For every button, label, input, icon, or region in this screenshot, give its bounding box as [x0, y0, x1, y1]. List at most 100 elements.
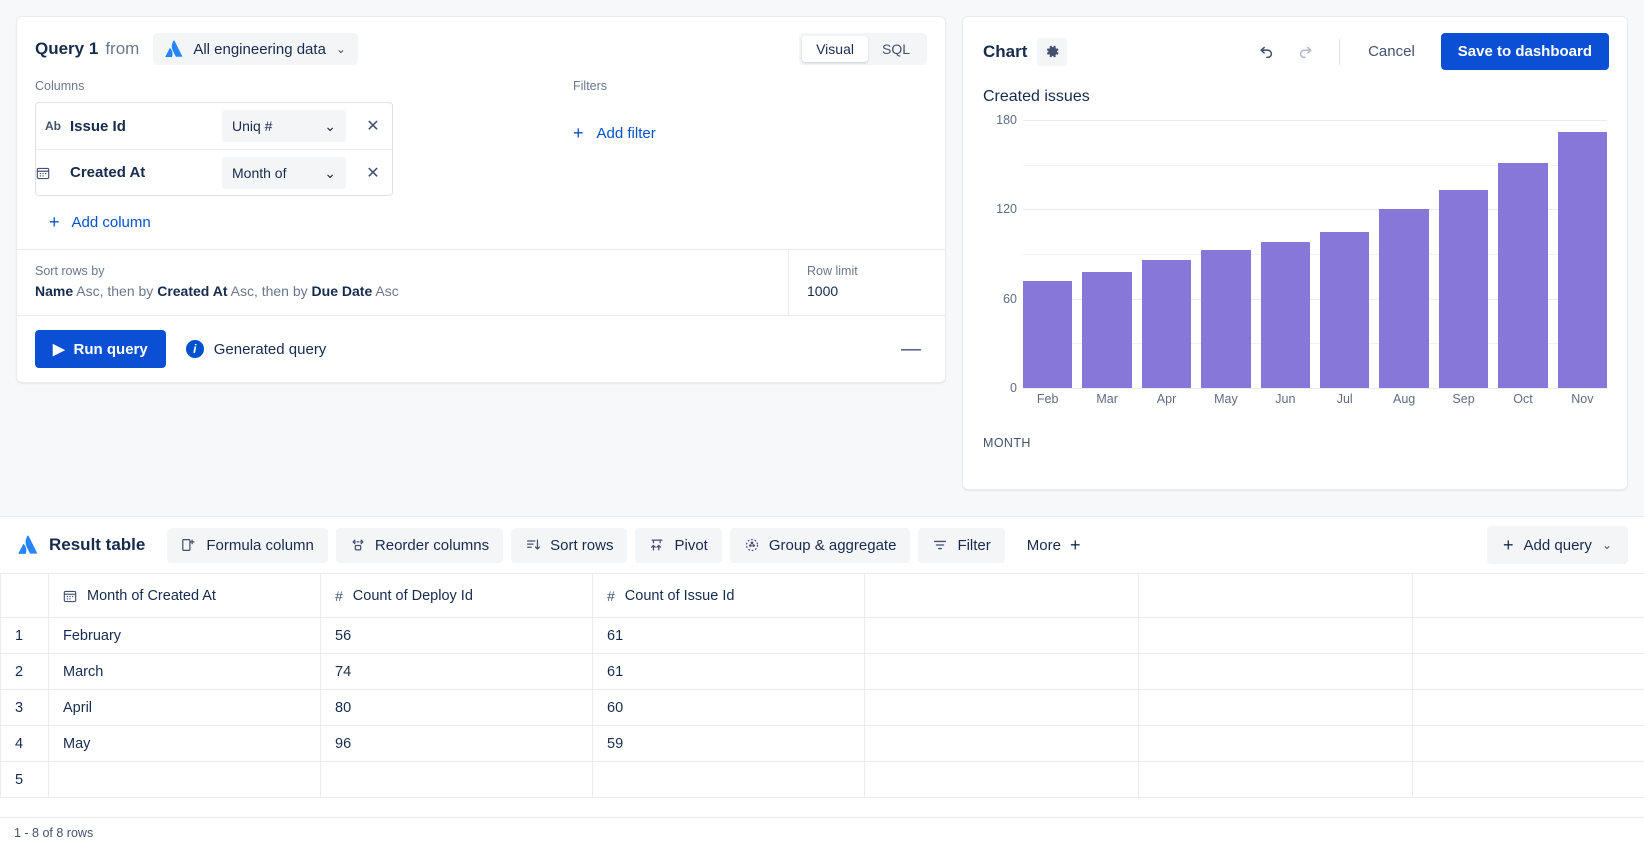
- undo-icon[interactable]: [1249, 37, 1283, 67]
- chart-bar[interactable]: [1558, 132, 1607, 388]
- aggregation-select[interactable]: Uniq # ⌄: [222, 110, 346, 142]
- table-cell[interactable]: [865, 618, 1139, 654]
- table-row[interactable]: 3April8060: [1, 690, 1644, 726]
- column-header-label: Count of Deploy Id: [353, 588, 473, 604]
- sort-field-1: Name: [35, 283, 73, 299]
- chart-bar-slot[interactable]: [1379, 120, 1428, 388]
- table-row[interactable]: 2March7461: [1, 654, 1644, 690]
- table-row[interactable]: 5: [1, 762, 1644, 798]
- table-cell[interactable]: [49, 762, 321, 798]
- table-cell[interactable]: April: [49, 690, 321, 726]
- tab-sql[interactable]: SQL: [868, 36, 924, 62]
- column-header-count-of-deploy-id[interactable]: # Count of Deploy Id: [321, 574, 593, 618]
- table-cell[interactable]: [1413, 654, 1644, 690]
- table-cell[interactable]: [865, 654, 1139, 690]
- cancel-button[interactable]: Cancel: [1356, 35, 1427, 68]
- table-cell[interactable]: 59: [593, 726, 865, 762]
- add-query-button[interactable]: + Add query ⌄: [1487, 526, 1628, 564]
- column-row[interactable]: Ab Issue Id Uniq # ⌄ ✕ Jira Issue: [36, 103, 392, 149]
- table-cell[interactable]: 80: [321, 690, 593, 726]
- add-column-button[interactable]: + Add column: [35, 196, 535, 249]
- table-row[interactable]: 1February5661: [1, 618, 1644, 654]
- more-button[interactable]: More +: [1013, 527, 1095, 563]
- column-row[interactable]: Created At Month of ⌄ ✕ Jira Issue: [36, 149, 392, 195]
- sort-rows-button[interactable]: Sort rows: [511, 528, 627, 563]
- reorder-columns-button[interactable]: Reorder columns: [336, 528, 503, 563]
- table-cell[interactable]: 56: [321, 618, 593, 654]
- gear-icon[interactable]: [1037, 38, 1067, 66]
- chart-bar-slot[interactable]: [1320, 120, 1369, 388]
- chart-bar-slot[interactable]: [1142, 120, 1191, 388]
- table-cell[interactable]: 96: [321, 726, 593, 762]
- table-cell[interactable]: March: [49, 654, 321, 690]
- chevron-down-icon: ⌄: [1602, 539, 1612, 551]
- collapse-panel-button[interactable]: —: [901, 338, 927, 361]
- table-cell[interactable]: 61: [593, 618, 865, 654]
- chart-bar[interactable]: [1439, 190, 1488, 388]
- save-to-dashboard-button[interactable]: Save to dashboard: [1441, 33, 1609, 70]
- column-header-month-of-created-at[interactable]: Month of Created At: [49, 574, 321, 618]
- calendar-icon: [63, 589, 77, 603]
- chart-bar[interactable]: [1201, 250, 1250, 388]
- chart-bar[interactable]: [1379, 209, 1428, 388]
- column-header-count-of-issue-id[interactable]: # Count of Issue Id: [593, 574, 865, 618]
- table-cell[interactable]: [1139, 690, 1413, 726]
- query-panel-header: Query 1 from All engineering data ⌄ Visu…: [17, 17, 945, 75]
- table-cell[interactable]: May: [49, 726, 321, 762]
- chart-bar[interactable]: [1142, 260, 1191, 388]
- table-cell[interactable]: [865, 690, 1139, 726]
- redo-icon[interactable]: [1289, 37, 1323, 67]
- data-source-selector[interactable]: All engineering data ⌄: [153, 33, 358, 65]
- reorder-columns-label: Reorder columns: [375, 537, 489, 554]
- view-mode-toggle[interactable]: Visual SQL: [799, 33, 927, 65]
- table-cell[interactable]: 74: [321, 654, 593, 690]
- table-cell[interactable]: February: [49, 618, 321, 654]
- filter-button[interactable]: Filter: [918, 528, 1004, 563]
- chart-bar[interactable]: [1498, 163, 1547, 388]
- table-cell[interactable]: [1139, 762, 1413, 798]
- table-cell[interactable]: [321, 762, 593, 798]
- table-cell[interactable]: [1139, 654, 1413, 690]
- chart-bar[interactable]: [1261, 242, 1310, 388]
- chart-bar-slot[interactable]: [1498, 120, 1547, 388]
- chart-bar[interactable]: [1082, 272, 1131, 388]
- table-cell[interactable]: [1413, 726, 1644, 762]
- table-cell[interactable]: [1139, 726, 1413, 762]
- column-header-empty-1[interactable]: [865, 574, 1139, 618]
- table-cell[interactable]: 61: [593, 654, 865, 690]
- chart-bar-slot[interactable]: [1082, 120, 1131, 388]
- formula-column-button[interactable]: Formula column: [167, 528, 328, 563]
- play-icon: ▶: [53, 340, 65, 358]
- table-cell[interactable]: [1413, 690, 1644, 726]
- table-cell[interactable]: [1413, 618, 1644, 654]
- sort-rows-control[interactable]: Sort rows by Name Asc, then by Created A…: [17, 250, 789, 315]
- chart-bar-slot[interactable]: [1439, 120, 1488, 388]
- table-cell[interactable]: [1139, 618, 1413, 654]
- group-aggregate-button[interactable]: Group & aggregate: [730, 528, 911, 563]
- chart-bar-slot[interactable]: [1201, 120, 1250, 388]
- sort-rows-icon: [525, 537, 541, 553]
- run-query-button[interactable]: ▶ Run query: [35, 330, 166, 368]
- chart-bar-slot[interactable]: [1023, 120, 1072, 388]
- tab-visual[interactable]: Visual: [802, 36, 868, 62]
- table-cell[interactable]: [865, 762, 1139, 798]
- table-row[interactable]: 4May9659: [1, 726, 1644, 762]
- remove-column-button[interactable]: ✕: [354, 116, 392, 136]
- remove-column-button[interactable]: ✕: [354, 163, 392, 183]
- table-cell[interactable]: [593, 762, 865, 798]
- chart-bar-slot[interactable]: [1261, 120, 1310, 388]
- row-limit-control[interactable]: Row limit 1000: [789, 250, 945, 315]
- table-cell[interactable]: [1413, 762, 1644, 798]
- column-header-empty-3[interactable]: [1413, 574, 1644, 618]
- chart-bar[interactable]: [1023, 281, 1072, 388]
- chart-bar[interactable]: [1320, 232, 1369, 388]
- table-cell[interactable]: [865, 726, 1139, 762]
- pivot-button[interactable]: Pivot: [635, 528, 721, 563]
- column-header-empty-2[interactable]: [1139, 574, 1413, 618]
- chart-bar-slot[interactable]: [1558, 120, 1607, 388]
- table-cell[interactable]: 60: [593, 690, 865, 726]
- generated-query-link[interactable]: i Generated query: [186, 340, 327, 358]
- aggregation-select[interactable]: Month of ⌄: [222, 157, 346, 189]
- result-table-scroll[interactable]: Month of Created At # Count of Deploy Id…: [0, 573, 1644, 809]
- add-filter-button[interactable]: + Add filter: [573, 102, 927, 142]
